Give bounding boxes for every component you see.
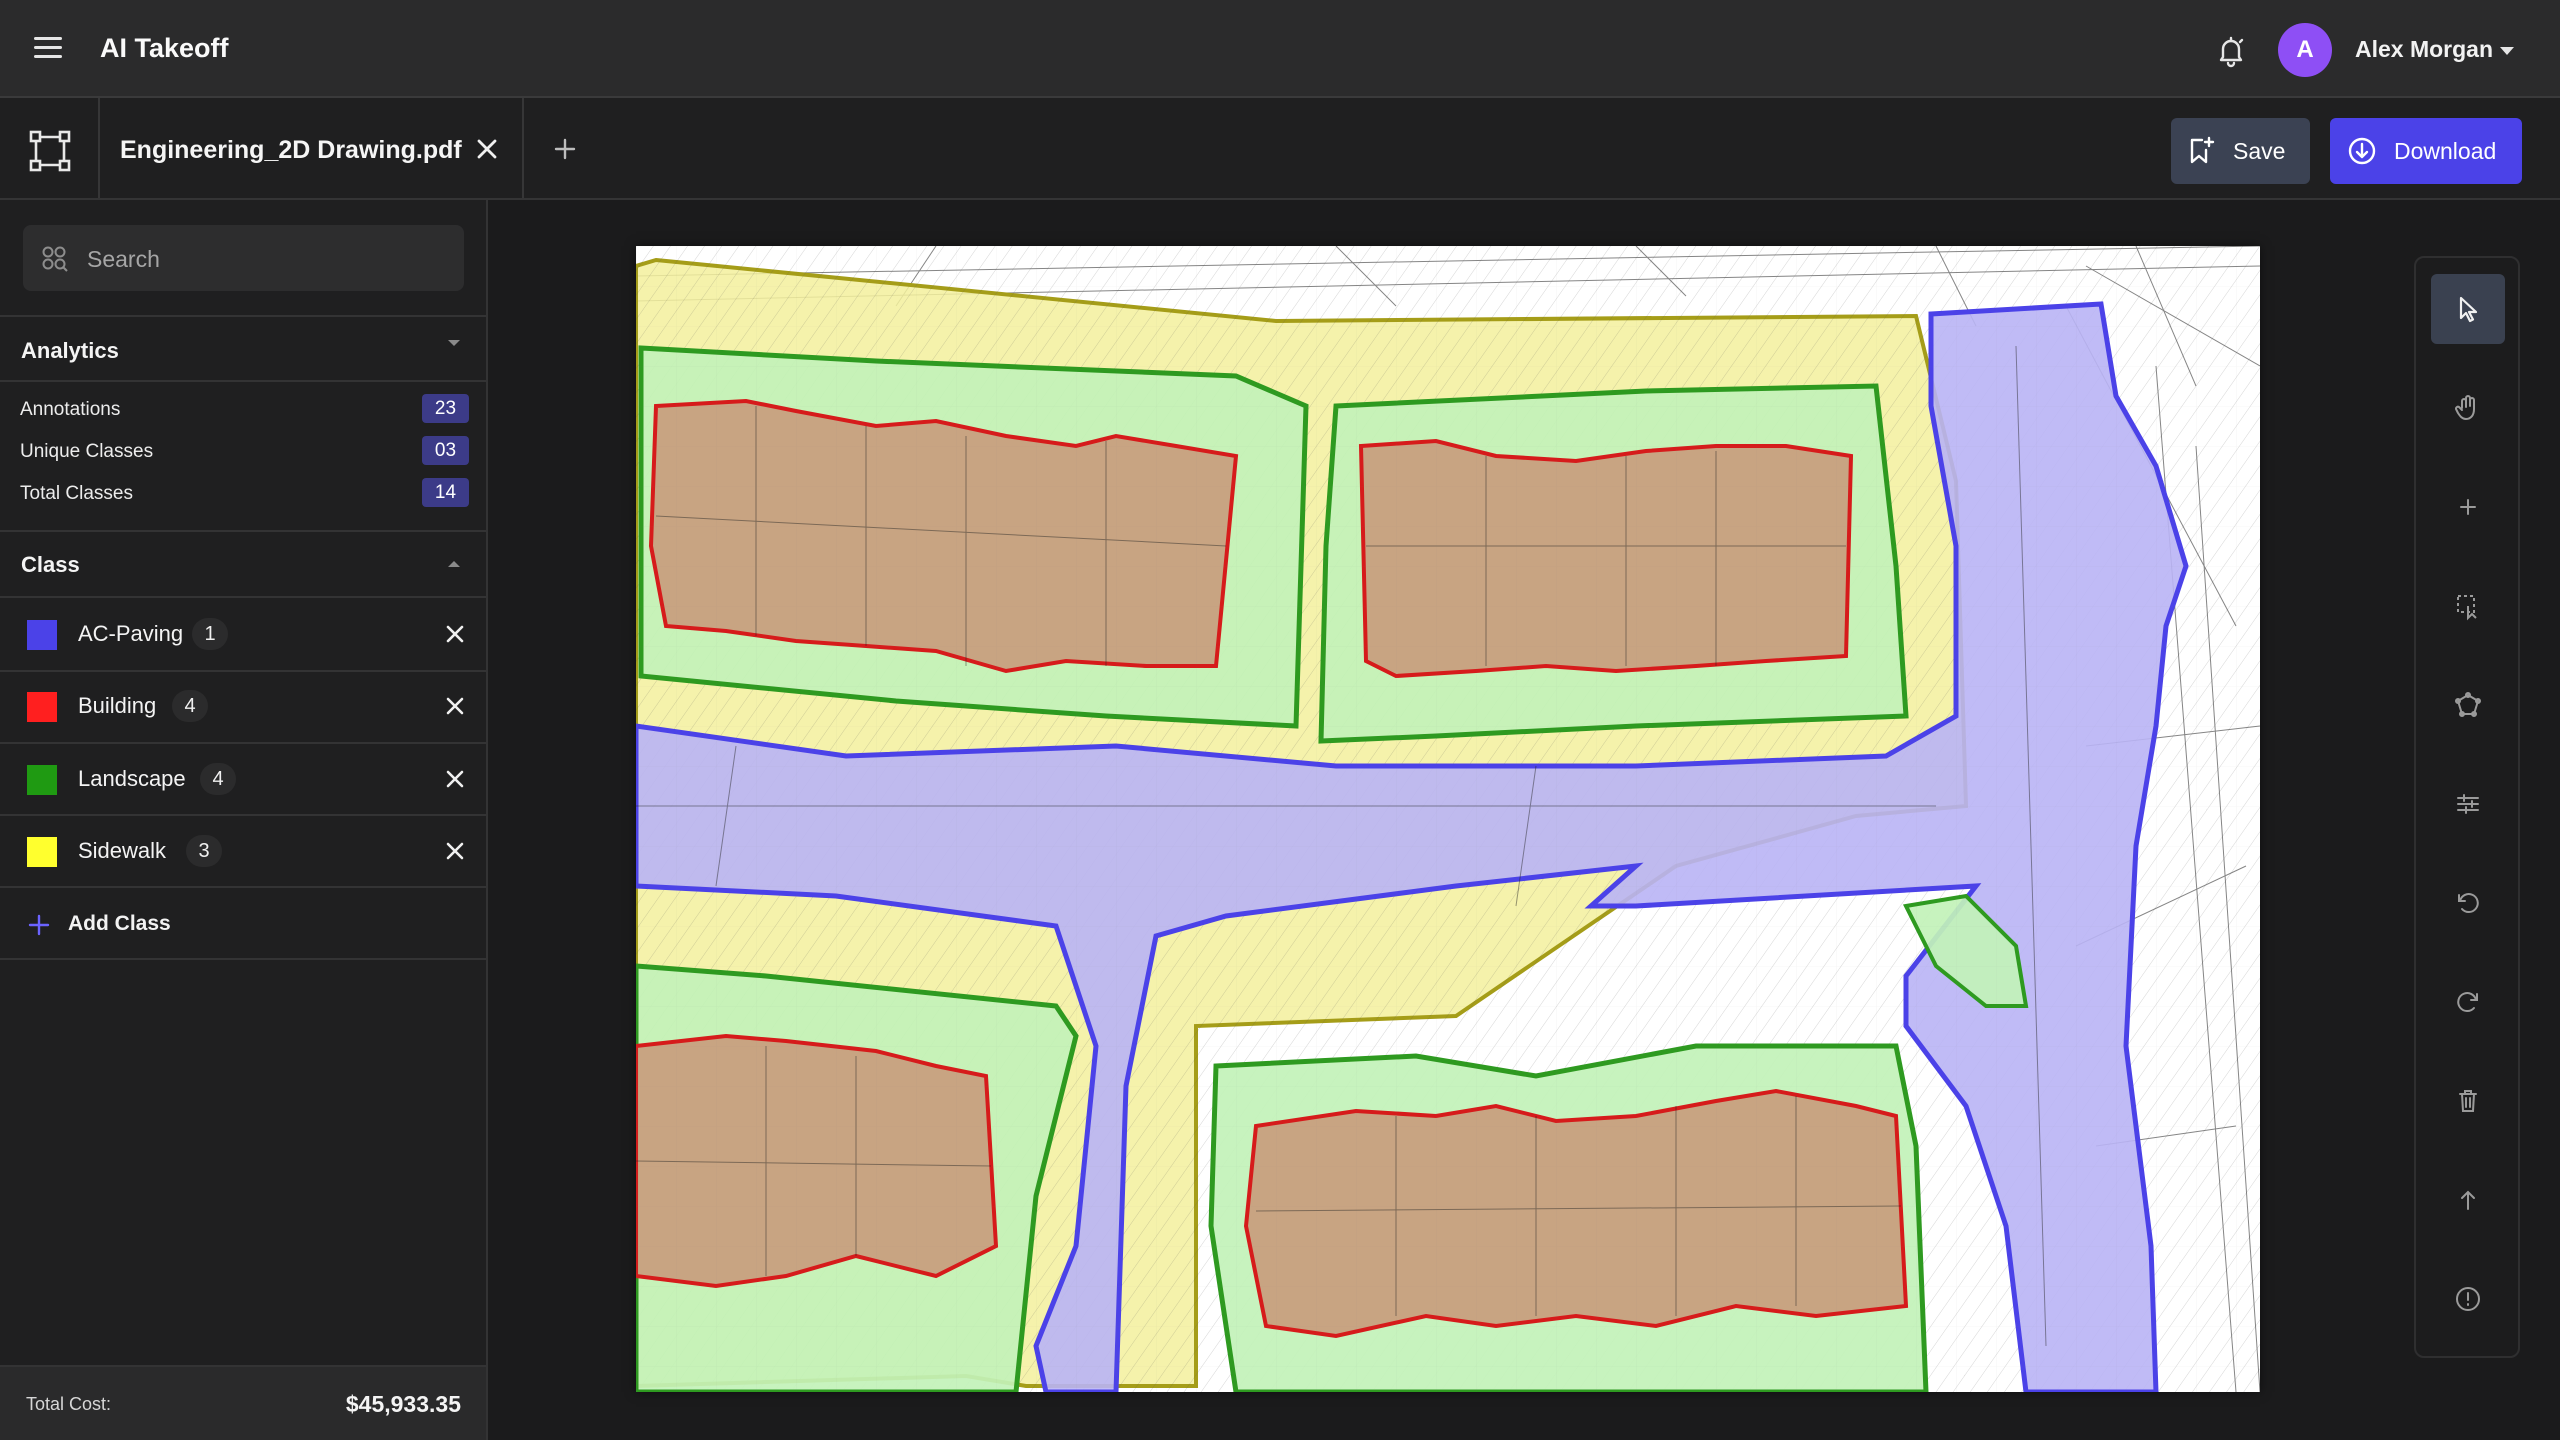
total-cost-footer: Total Cost: $45,933.35 [0, 1365, 486, 1440]
class-section-title[interactable]: Class [21, 552, 80, 578]
class-name: Building [78, 693, 157, 718]
divider [0, 315, 486, 317]
stat-label-annotations: Annotations [20, 399, 121, 420]
polygon-icon [2455, 692, 2481, 717]
delete-icon [2459, 1090, 2477, 1112]
remove-class-icon[interactable] [444, 768, 466, 790]
download-button-label: Download [2394, 138, 2497, 164]
user-menu-caret-icon[interactable] [2500, 47, 2514, 55]
total-cost-value: $45,933.35 [345, 1391, 461, 1417]
stat-label-unique-classes: Unique Classes [20, 441, 154, 462]
tab-document[interactable]: Engineering_2D Drawing.pdf [120, 136, 462, 165]
remove-class-icon[interactable] [444, 623, 466, 645]
analytics-section-title[interactable]: Analytics [21, 338, 119, 364]
top-bar: AI Takeoff A Alex Morgan [0, 0, 2560, 98]
remove-class-icon[interactable] [444, 695, 466, 717]
tab-divider [98, 98, 100, 198]
add-class-button[interactable]: Add Class [28, 908, 248, 944]
class-color-swatch[interactable] [27, 620, 57, 650]
stat-badge-annotations: 23 [422, 394, 469, 423]
total-cost-label: Total Cost: [26, 1394, 112, 1414]
class-count-badge: 4 [172, 690, 208, 722]
close-tab-icon[interactable] [474, 136, 500, 162]
search-icon [42, 246, 68, 272]
pan-tool[interactable] [2431, 373, 2505, 443]
adjust-tool[interactable] [2431, 769, 2505, 839]
drawing-canvas[interactable] [633, 245, 2261, 1395]
bookmark-plus-icon [2190, 136, 2215, 164]
box-select-tool[interactable] [2431, 571, 2505, 641]
class-color-swatch[interactable] [27, 765, 57, 795]
delete-tool[interactable] [2431, 1066, 2505, 1136]
class-count-badge: 1 [192, 618, 228, 650]
search-input[interactable] [85, 225, 449, 293]
app-title: AI Takeoff [100, 33, 229, 63]
plus-icon [28, 914, 50, 936]
annotation-mode-icon[interactable] [28, 129, 72, 173]
divider [0, 886, 486, 888]
save-button-label: Save [2233, 138, 2286, 164]
class-row-building[interactable]: Building 4 [0, 670, 486, 742]
stat-badge-unique-classes: 03 [422, 436, 469, 465]
polygon-tool[interactable] [2431, 670, 2505, 740]
sidebar: Analytics Annotations 23 Unique Classes … [0, 200, 488, 1440]
site-plan-drawing[interactable] [633, 245, 2261, 1395]
notification-bell-icon[interactable] [2214, 34, 2248, 68]
collapse-class-icon[interactable] [448, 561, 460, 567]
class-count-badge: 4 [200, 763, 236, 795]
class-row-ac-paving[interactable]: AC-Paving 1 [0, 598, 486, 670]
class-row-landscape[interactable]: Landscape 4 [0, 743, 486, 815]
remove-class-icon[interactable] [444, 840, 466, 862]
stat-label-total-classes: Total Classes [20, 483, 133, 504]
drawing-detail-lines [635, 246, 2260, 1392]
user-avatar[interactable]: A [2278, 23, 2332, 77]
download-icon [2348, 137, 2376, 165]
box-select-icon [2457, 595, 2477, 621]
class-count-badge: 3 [186, 835, 222, 867]
upload-icon [2461, 1190, 2475, 1210]
divider [0, 958, 486, 960]
pan-icon [2455, 395, 2475, 420]
class-name: AC-Paving [78, 621, 184, 646]
upload-tool[interactable] [2431, 1165, 2505, 1235]
info-tool[interactable] [2431, 1264, 2505, 1334]
class-color-swatch[interactable] [27, 837, 57, 867]
add-class-label: Add Class [68, 912, 171, 935]
adjust-icon [2457, 794, 2479, 814]
stat-badge-total-classes: 14 [422, 478, 469, 507]
hamburger-menu-icon[interactable] [34, 37, 62, 59]
collapse-analytics-icon[interactable] [448, 340, 460, 346]
tool-palette [2414, 256, 2520, 1358]
divider [0, 530, 486, 532]
info-icon [2456, 1287, 2480, 1311]
add-point-tool[interactable] [2431, 472, 2505, 542]
redo-tool[interactable] [2431, 967, 2505, 1037]
user-name[interactable]: Alex Morgan [2355, 36, 2493, 63]
undo-tool[interactable] [2431, 868, 2505, 938]
redo-icon [2457, 992, 2478, 1013]
class-row-sidewalk[interactable]: Sidewalk 3 [0, 815, 486, 887]
undo-icon [2458, 893, 2479, 914]
download-button[interactable]: Download [2330, 118, 2522, 184]
class-color-swatch[interactable] [27, 692, 57, 722]
class-name: Sidewalk [78, 838, 167, 863]
class-name: Landscape [78, 766, 186, 791]
select-tool[interactable] [2431, 274, 2505, 344]
search-box[interactable] [23, 225, 464, 293]
save-button[interactable]: Save [2171, 118, 2310, 184]
tab-divider [522, 98, 524, 198]
divider [0, 380, 486, 382]
add-point-icon [2460, 499, 2476, 515]
new-tab-plus-icon[interactable] [552, 136, 578, 162]
select-icon [2459, 296, 2478, 323]
